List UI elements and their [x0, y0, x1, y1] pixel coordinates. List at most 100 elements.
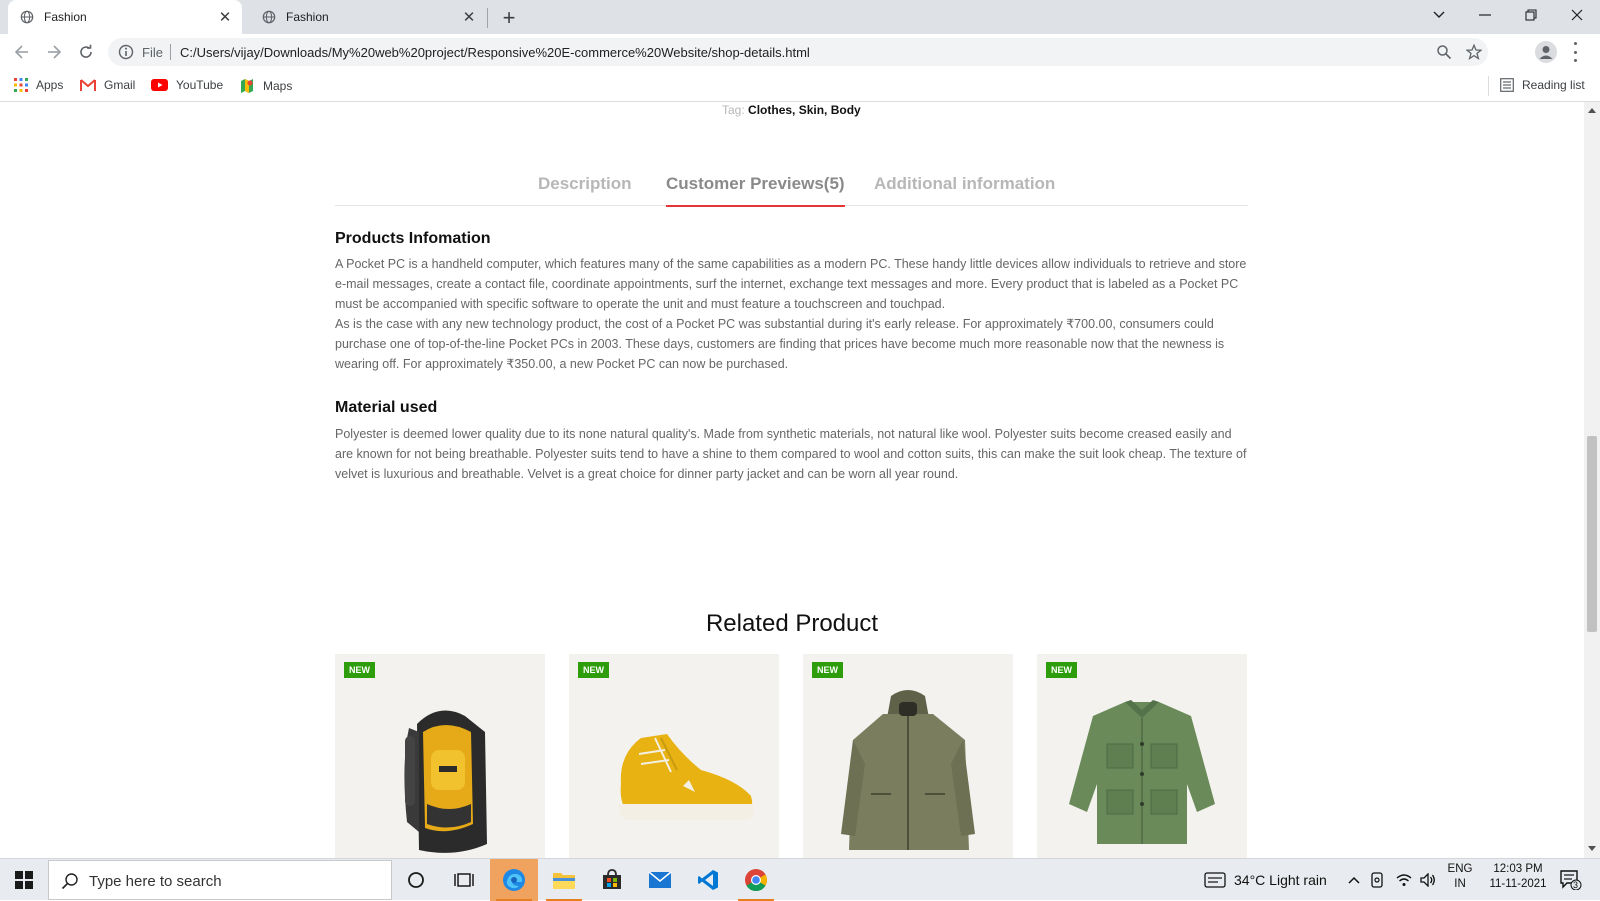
tab-title: Fashion — [286, 10, 329, 24]
new-badge: NEW — [812, 662, 843, 678]
task-view-icon[interactable] — [440, 859, 488, 901]
close-tab-icon[interactable]: ✕ — [216, 8, 234, 26]
tag-label: Tag: — [722, 103, 745, 117]
tab-search-chevron-icon[interactable] — [1416, 0, 1462, 30]
region-code: IN — [1454, 878, 1466, 890]
reading-list-icon — [1500, 78, 1514, 92]
globe-icon — [20, 10, 34, 24]
browser-tab-strip: Fashion ✕ Fashion ✕ + — [0, 0, 1600, 34]
related-product-title: Related Product — [705, 610, 879, 637]
info-icon[interactable] — [118, 44, 134, 60]
bookmarks-bar: Apps Gmail YouTube Maps Reading list — [0, 70, 1600, 102]
reload-icon[interactable] — [74, 40, 98, 64]
gmail-icon — [80, 79, 96, 91]
bookmark-label: Apps — [36, 78, 64, 92]
scroll-down-arrow-icon[interactable] — [1588, 846, 1596, 851]
search-icon — [61, 873, 78, 890]
tab-divider — [487, 8, 488, 28]
profile-avatar-icon[interactable] — [1535, 41, 1557, 63]
reading-list-divider — [1488, 76, 1489, 96]
apps-grid-icon — [14, 78, 28, 92]
globe-icon — [262, 10, 276, 24]
green-shirt-jacket-image — [1069, 700, 1215, 844]
related-product-card[interactable]: NEW — [803, 654, 1013, 858]
tab-description[interactable]: Description — [538, 174, 632, 205]
bookmark-youtube[interactable]: YouTube — [151, 78, 223, 92]
menu-kebab-icon[interactable] — [1572, 42, 1578, 62]
material-title: Material used — [335, 399, 438, 416]
product-tabs: Description Customer Previews(5) Additio… — [335, 160, 1248, 207]
mail-icon[interactable] — [636, 859, 684, 901]
weather-widget[interactable]: 34°C Light rain — [1204, 859, 1327, 901]
maps-icon — [241, 79, 253, 93]
address-bar[interactable]: File C:/Users/vijay/Downloads/My%20web%2… — [108, 38, 1488, 66]
back-arrow-icon[interactable] — [10, 40, 34, 64]
tab-title: Fashion — [44, 10, 87, 24]
new-badge: NEW — [1046, 662, 1077, 678]
search-placeholder: Type here to search — [89, 873, 222, 890]
zoom-icon[interactable] — [1436, 44, 1452, 60]
browser-tab-active[interactable]: Fashion ✕ — [8, 0, 242, 34]
new-badge: NEW — [344, 662, 375, 678]
meet-now-icon[interactable] — [1370, 859, 1384, 901]
bookmark-gmail[interactable]: Gmail — [80, 78, 135, 92]
language-code: ENG — [1447, 863, 1473, 875]
cortana-icon[interactable] — [392, 859, 440, 901]
page-scrollbar[interactable] — [1584, 102, 1600, 858]
clock[interactable]: 12:03 PM 11-11-2021 — [1478, 863, 1558, 890]
page-viewport: Tag: Clothes, Skin, Body Description Cus… — [0, 102, 1584, 858]
scroll-up-arrow-icon[interactable] — [1588, 108, 1596, 113]
close-window-button[interactable] — [1554, 0, 1600, 30]
windows-logo-icon — [15, 871, 33, 889]
browser-toolbar: File C:/Users/vijay/Downloads/My%20web%2… — [0, 34, 1600, 70]
scrollbar-thumb[interactable] — [1587, 436, 1597, 632]
product-tags: Tag: Clothes, Skin, Body — [722, 103, 861, 117]
forward-arrow-icon[interactable] — [42, 40, 66, 64]
related-product-card[interactable]: NEW — [1037, 654, 1247, 858]
notification-icon — [1560, 870, 1582, 890]
products-info-title: Products Infomation — [335, 230, 491, 247]
reading-list-button[interactable]: Reading list — [1500, 78, 1585, 92]
windows-taskbar: Type here to search 34°C Light rain ENG … — [0, 858, 1600, 901]
edge-browser-icon[interactable] — [490, 859, 538, 901]
weather-text: 34°C Light rain — [1234, 872, 1327, 888]
tag-values[interactable]: Clothes, Skin, Body — [748, 103, 861, 117]
tab-customer-previews[interactable]: Customer Previews(5) — [666, 174, 845, 207]
browser-tab-inactive[interactable]: Fashion ✕ — [250, 0, 486, 34]
yellow-sneaker-image — [618, 734, 755, 820]
omnibox-divider — [170, 44, 171, 60]
bookmark-apps[interactable]: Apps — [14, 78, 63, 92]
products-info-paragraph-2: As is the case with any new technology p… — [335, 317, 1225, 371]
bookmark-maps[interactable]: Maps — [239, 78, 292, 94]
taskbar-search-input[interactable]: Type here to search — [48, 860, 392, 900]
url-text[interactable]: C:/Users/vijay/Downloads/My%20web%20proj… — [180, 45, 810, 60]
windows-start-button[interactable] — [0, 859, 48, 901]
language-indicator[interactable]: ENG IN — [1444, 863, 1476, 890]
bookmark-label: Gmail — [104, 78, 136, 92]
microsoft-store-icon[interactable] — [588, 859, 636, 901]
weather-icon — [1204, 872, 1226, 888]
related-product-card[interactable]: NEW — [335, 654, 545, 858]
restore-button[interactable] — [1508, 0, 1554, 30]
volume-icon[interactable] — [1420, 859, 1436, 901]
new-tab-button[interactable]: + — [496, 5, 522, 31]
vscode-icon[interactable] — [684, 859, 732, 901]
reading-list-label: Reading list — [1522, 78, 1585, 92]
bookmark-star-icon[interactable] — [1466, 44, 1482, 60]
show-hidden-icons-chevron-icon[interactable] — [1348, 859, 1360, 901]
new-badge: NEW — [578, 662, 609, 678]
minimize-button[interactable] — [1462, 0, 1508, 30]
chrome-icon[interactable] — [732, 859, 780, 901]
wifi-icon[interactable] — [1396, 859, 1412, 901]
file-explorer-icon[interactable] — [540, 859, 588, 901]
url-scheme-label: File — [142, 45, 163, 60]
products-info-paragraph-1: A Pocket PC is a handheld computer, whic… — [335, 257, 1247, 311]
notification-count: 3 — [1573, 880, 1579, 890]
notifications-button[interactable]: 3 — [1560, 859, 1582, 901]
tab-additional-information[interactable]: Additional information — [874, 174, 1055, 205]
related-product-card[interactable]: NEW — [569, 654, 779, 858]
clock-date: 11-11-2021 — [1489, 878, 1547, 890]
close-tab-icon[interactable]: ✕ — [460, 8, 478, 26]
youtube-icon — [151, 79, 168, 91]
material-paragraph: Polyester is deemed lower quality due to… — [335, 427, 1247, 481]
